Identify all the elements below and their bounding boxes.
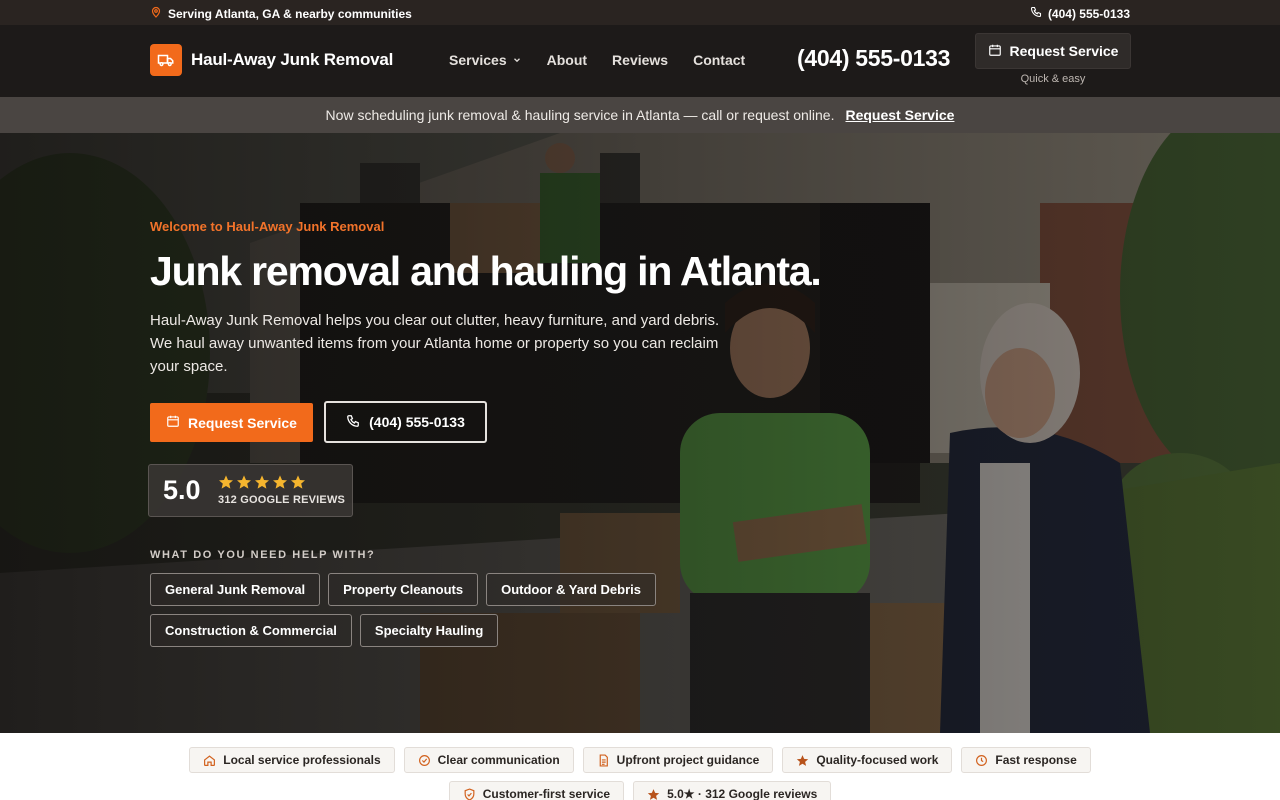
phone-icon bbox=[1030, 6, 1042, 21]
nav-label: Services bbox=[449, 52, 507, 68]
main-nav: Services About Reviews Contact bbox=[449, 52, 745, 68]
trust-item-label: Local service professionals bbox=[223, 753, 381, 767]
rating-count: 312 GOOGLE REVIEWS bbox=[218, 494, 346, 506]
trust-item: Customer-first service bbox=[448, 781, 625, 800]
trust-item: Quality-focused work bbox=[782, 747, 953, 773]
chip-construction-commercial[interactable]: Construction & Commercial bbox=[150, 614, 352, 647]
star-icon bbox=[273, 475, 287, 489]
announcement-request-link[interactable]: Request Service bbox=[845, 107, 954, 123]
trust-item: Local service professionals bbox=[189, 747, 395, 773]
chip-general-junk-removal[interactable]: General Junk Removal bbox=[150, 573, 321, 606]
trust-item-label: Quality-focused work bbox=[816, 753, 939, 767]
phone-icon bbox=[346, 414, 360, 431]
rating-stars bbox=[218, 474, 306, 490]
topbar-phone-link[interactable]: (404) 555-0133 bbox=[1030, 6, 1130, 21]
hero-title: Junk removal and hauling in Atlanta. bbox=[150, 248, 822, 294]
top-info-bar: Serving Atlanta, GA & nearby communities… bbox=[0, 0, 1280, 25]
header-request-service-button[interactable]: Request Service bbox=[975, 33, 1131, 69]
trust-row: Customer-first service 5.0★ · 312 Google… bbox=[0, 781, 1280, 800]
star-icon bbox=[237, 475, 251, 489]
announcement-text: Now scheduling junk removal & hauling se… bbox=[325, 107, 835, 123]
trust-item: Upfront project guidance bbox=[582, 747, 774, 773]
hero-request-service-button[interactable]: Request Service bbox=[150, 403, 313, 442]
nav-services[interactable]: Services bbox=[449, 52, 522, 68]
shield-check-icon bbox=[464, 787, 475, 800]
help-label: WHAT DO YOU NEED HELP WITH? bbox=[150, 549, 376, 561]
topbar-phone-text: (404) 555-0133 bbox=[1047, 6, 1130, 21]
trust-item-label: Clear communication bbox=[437, 753, 560, 767]
trust-strip: Local service professionals Clear commun… bbox=[0, 733, 1280, 800]
trust-item-label: Upfront project guidance bbox=[616, 753, 760, 767]
header-cta-label: Request Service bbox=[1009, 43, 1119, 59]
star-icon bbox=[647, 788, 660, 800]
star-icon bbox=[797, 754, 809, 766]
logo-link[interactable]: Haul-Away Junk Removal bbox=[150, 44, 393, 76]
header-cta-subtext: Quick & easy bbox=[1020, 73, 1086, 85]
hero-call-button[interactable]: (404) 555-0133 bbox=[324, 401, 487, 443]
hero-section: Welcome to Haul-Away Junk Removal Junk r… bbox=[0, 133, 1280, 733]
map-pin-icon bbox=[150, 6, 162, 21]
home-icon bbox=[204, 754, 216, 766]
nav-reviews[interactable]: Reviews bbox=[612, 52, 668, 68]
chip-outdoor-yard-debris[interactable]: Outdoor & Yard Debris bbox=[486, 573, 656, 606]
trust-item-label: Fast response bbox=[995, 753, 1077, 767]
calendar-icon bbox=[166, 414, 180, 431]
google-rating-badge: 5.0 312 GOOGLE REVIEWS bbox=[148, 464, 353, 517]
hero-secondary-label: (404) 555-0133 bbox=[369, 414, 465, 430]
announcement-bar: Now scheduling junk removal & hauling se… bbox=[0, 97, 1280, 133]
clock-icon bbox=[976, 754, 988, 766]
rating-score: 5.0 bbox=[163, 475, 201, 505]
chevron-down-icon bbox=[512, 52, 522, 68]
logo-text: Haul-Away Junk Removal bbox=[191, 50, 394, 69]
service-chips: General Junk Removal Property Cleanouts … bbox=[150, 573, 690, 647]
hero-description: Haul-Away Junk Removal helps you clear o… bbox=[150, 312, 720, 375]
header-phone-link[interactable]: (404) 555-0133 bbox=[797, 45, 950, 72]
nav-about[interactable]: About bbox=[547, 52, 587, 68]
document-icon bbox=[599, 753, 608, 767]
site-header: Haul-Away Junk Removal Services About Re… bbox=[0, 25, 1280, 97]
check-circle-icon bbox=[418, 754, 430, 766]
star-icon bbox=[255, 475, 269, 489]
trust-item-label: Customer-first service bbox=[482, 787, 611, 800]
star-icon bbox=[219, 475, 233, 489]
trust-item: Fast response bbox=[961, 747, 1091, 773]
hero-content: Welcome to Haul-Away Junk Removal Junk r… bbox=[148, 133, 850, 733]
trust-row: Local service professionals Clear commun… bbox=[0, 747, 1280, 773]
service-area: Serving Atlanta, GA & nearby communities bbox=[150, 6, 412, 21]
hero-primary-label: Request Service bbox=[188, 414, 297, 431]
chip-property-cleanouts[interactable]: Property Cleanouts bbox=[328, 573, 479, 606]
trust-item-label: 5.0★ · 312 Google reviews bbox=[667, 787, 818, 800]
calendar-icon bbox=[988, 43, 1002, 60]
hero-eyebrow: Welcome to Haul-Away Junk Removal bbox=[150, 219, 385, 234]
service-area-text: Serving Atlanta, GA & nearby communities bbox=[168, 6, 412, 21]
trust-item: Clear communication bbox=[403, 747, 574, 773]
trust-item: 5.0★ · 312 Google reviews bbox=[633, 781, 832, 800]
chip-specialty-hauling[interactable]: Specialty Hauling bbox=[359, 614, 499, 647]
nav-contact[interactable]: Contact bbox=[693, 52, 745, 68]
star-icon bbox=[291, 475, 305, 489]
truck-icon bbox=[150, 44, 182, 76]
